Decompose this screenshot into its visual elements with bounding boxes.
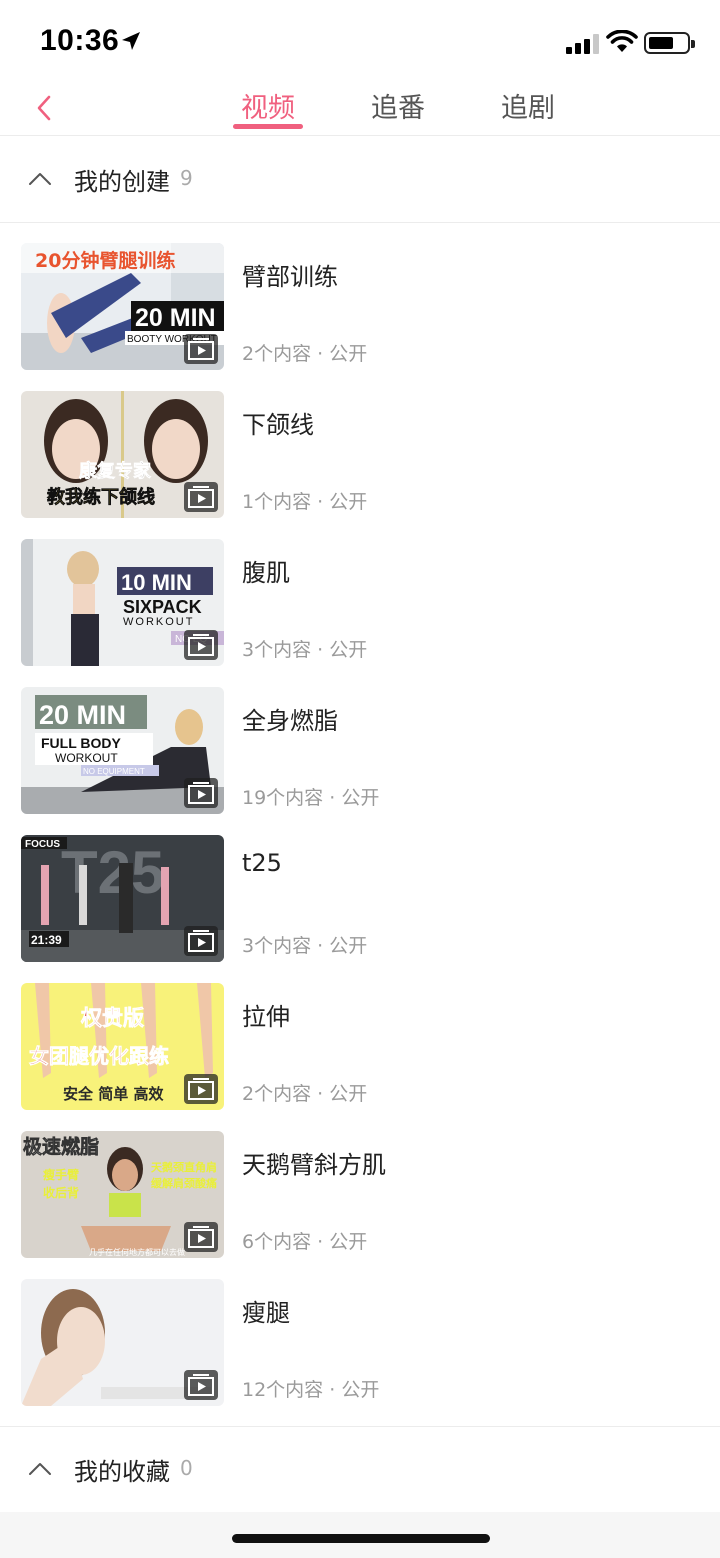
status-time: 10:36 (40, 24, 120, 57)
created-section-count: 9 (180, 166, 193, 190)
playlist-title: t25 (242, 849, 282, 877)
playlist-title: 天鹅臂斜方肌 (242, 1151, 386, 1179)
favorites-section-title: 我的收藏 (74, 1458, 170, 1486)
playlist-thumbnail: 20 MIN FULL BODY WORKOUT NO EQUIPMENT (21, 687, 224, 814)
location-arrow-icon (122, 32, 140, 50)
play-badge-icon (184, 1074, 218, 1104)
playlist-title: 腹肌 (242, 559, 290, 587)
playlist-meta: 1个内容 · 公开 (242, 491, 368, 513)
playlist-title: 拉伸 (242, 1003, 290, 1031)
divider (0, 222, 720, 223)
svg-text:WORKOUT: WORKOUT (123, 616, 194, 628)
playlist-meta: 19个内容 · 公开 (242, 787, 380, 809)
playlist-thumbnail: 20分钟臂腿训练 20 MIN BOOTY WORKOUT (21, 243, 224, 370)
tab-anime[interactable]: 追番 (348, 86, 448, 125)
wifi-icon (606, 30, 638, 52)
chevron-left-icon[interactable] (28, 90, 64, 126)
play-badge-icon (184, 1370, 218, 1400)
svg-text:收后背: 收后背 (43, 1185, 79, 1200)
svg-text:天鹅颈直角肩: 天鹅颈直角肩 (151, 1160, 217, 1174)
playlist-meta: 12个内容 · 公开 (242, 1379, 380, 1401)
playlist-thumbnail: 康复专家 教我练下颌线 (21, 391, 224, 518)
svg-text:缓解肩颈酸痛: 缓解肩颈酸痛 (151, 1176, 217, 1190)
playlist-item[interactable]: 权贵版 女团腿优化跟练 安全 简单 高效 拉伸 2个内容 · 公开 (0, 983, 720, 1131)
svg-text:康复专家: 康复专家 (79, 460, 152, 482)
svg-text:FOCUS: FOCUS (25, 839, 60, 850)
playlist-thumbnail: T25 FOCUS 21:39 (21, 835, 224, 962)
playlist-meta: 6个内容 · 公开 (242, 1231, 368, 1253)
playlist-meta: 2个内容 · 公开 (242, 1083, 368, 1105)
playlist-item[interactable]: 20 MIN FULL BODY WORKOUT NO EQUIPMENT 全身… (0, 687, 720, 835)
play-badge-icon (184, 778, 218, 808)
chevron-up-icon (29, 1463, 51, 1475)
playlist-item[interactable]: 20分钟臂腿训练 20 MIN BOOTY WORKOUT 臂部训练 2个内容 … (0, 243, 720, 391)
svg-text:极速燃脂: 极速燃脂 (23, 1135, 99, 1158)
svg-text:瘦手臂: 瘦手臂 (43, 1167, 79, 1182)
playlist-title: 全身燃脂 (242, 707, 338, 735)
play-badge-icon (184, 1222, 218, 1252)
svg-text:20 MIN: 20 MIN (135, 304, 216, 332)
svg-text:T25: T25 (61, 839, 164, 906)
favorites-section-header[interactable]: 我的收藏 0 (0, 1426, 720, 1512)
svg-text:FULL BODY: FULL BODY (41, 735, 122, 751)
created-section-header[interactable]: 我的创建 9 (0, 136, 720, 222)
play-badge-icon (184, 482, 218, 512)
svg-text:NO EQUIPMENT: NO EQUIPMENT (83, 767, 145, 776)
tab-video[interactable]: 视频 (218, 86, 318, 125)
svg-text:20分钟臂腿训练: 20分钟臂腿训练 (35, 249, 175, 272)
svg-text:SIXPACK: SIXPACK (123, 597, 202, 617)
playlist-title: 臂部训练 (242, 263, 338, 291)
playlist-title: 下颌线 (242, 411, 314, 439)
play-badge-icon (184, 926, 218, 956)
playlist-thumbnail: 极速燃脂 瘦手臂 收后背 天鹅颈直角肩 缓解肩颈酸痛 几乎在任何地方都可以去做 (21, 1131, 224, 1258)
top-nav: 视频 追番 追剧 (0, 80, 720, 136)
playlist-thumbnail (21, 1279, 224, 1406)
created-section-title: 我的创建 (74, 168, 170, 196)
svg-text:20 MIN: 20 MIN (39, 700, 126, 730)
play-badge-icon (184, 334, 218, 364)
playlist-item[interactable]: 极速燃脂 瘦手臂 收后背 天鹅颈直角肩 缓解肩颈酸痛 几乎在任何地方都可以去做 … (0, 1131, 720, 1279)
tab-drama[interactable]: 追剧 (478, 86, 578, 125)
playlist-thumbnail: 10 MIN SIXPACK WORKOUT NO EQ (21, 539, 224, 666)
svg-text:10 MIN: 10 MIN (121, 570, 192, 595)
svg-text:权贵版: 权贵版 (80, 1006, 144, 1030)
svg-text:21:39: 21:39 (31, 933, 62, 947)
svg-text:安全 简单 高效: 安全 简单 高效 (63, 1085, 164, 1103)
playlist-item[interactable]: T25 FOCUS 21:39 t25 3个内容 · 公开 (0, 835, 720, 983)
playlist-item[interactable]: 康复专家 教我练下颌线 下颌线 1个内容 · 公开 (0, 391, 720, 539)
playlist-item[interactable]: 10 MIN SIXPACK WORKOUT NO EQ 腹肌 3个内容 · 公… (0, 539, 720, 687)
svg-text:女团腿优化跟练: 女团腿优化跟练 (29, 1044, 169, 1068)
chevron-up-icon (29, 173, 51, 185)
playlist-thumbnail: 权贵版 女团腿优化跟练 安全 简单 高效 (21, 983, 224, 1110)
cellular-signal-icon (566, 34, 600, 54)
playlist-meta: 2个内容 · 公开 (242, 343, 368, 365)
playlist-title: 瘦腿 (242, 1299, 290, 1327)
playlist-meta: 3个内容 · 公开 (242, 935, 368, 957)
play-badge-icon (184, 630, 218, 660)
battery-icon (644, 32, 695, 54)
svg-text:教我练下颌线: 教我练下颌线 (47, 486, 155, 508)
playlist-item[interactable]: 瘦腿 12个内容 · 公开 (0, 1279, 720, 1427)
home-indicator[interactable] (232, 1534, 490, 1543)
svg-text:WORKOUT: WORKOUT (55, 751, 118, 765)
favorites-section-count: 0 (180, 1456, 193, 1480)
active-tab-indicator (233, 124, 303, 129)
playlist-meta: 3个内容 · 公开 (242, 639, 368, 661)
status-bar: 10:36 (0, 0, 720, 80)
svg-text:几乎在任何地方都可以去做: 几乎在任何地方都可以去做 (89, 1247, 185, 1257)
